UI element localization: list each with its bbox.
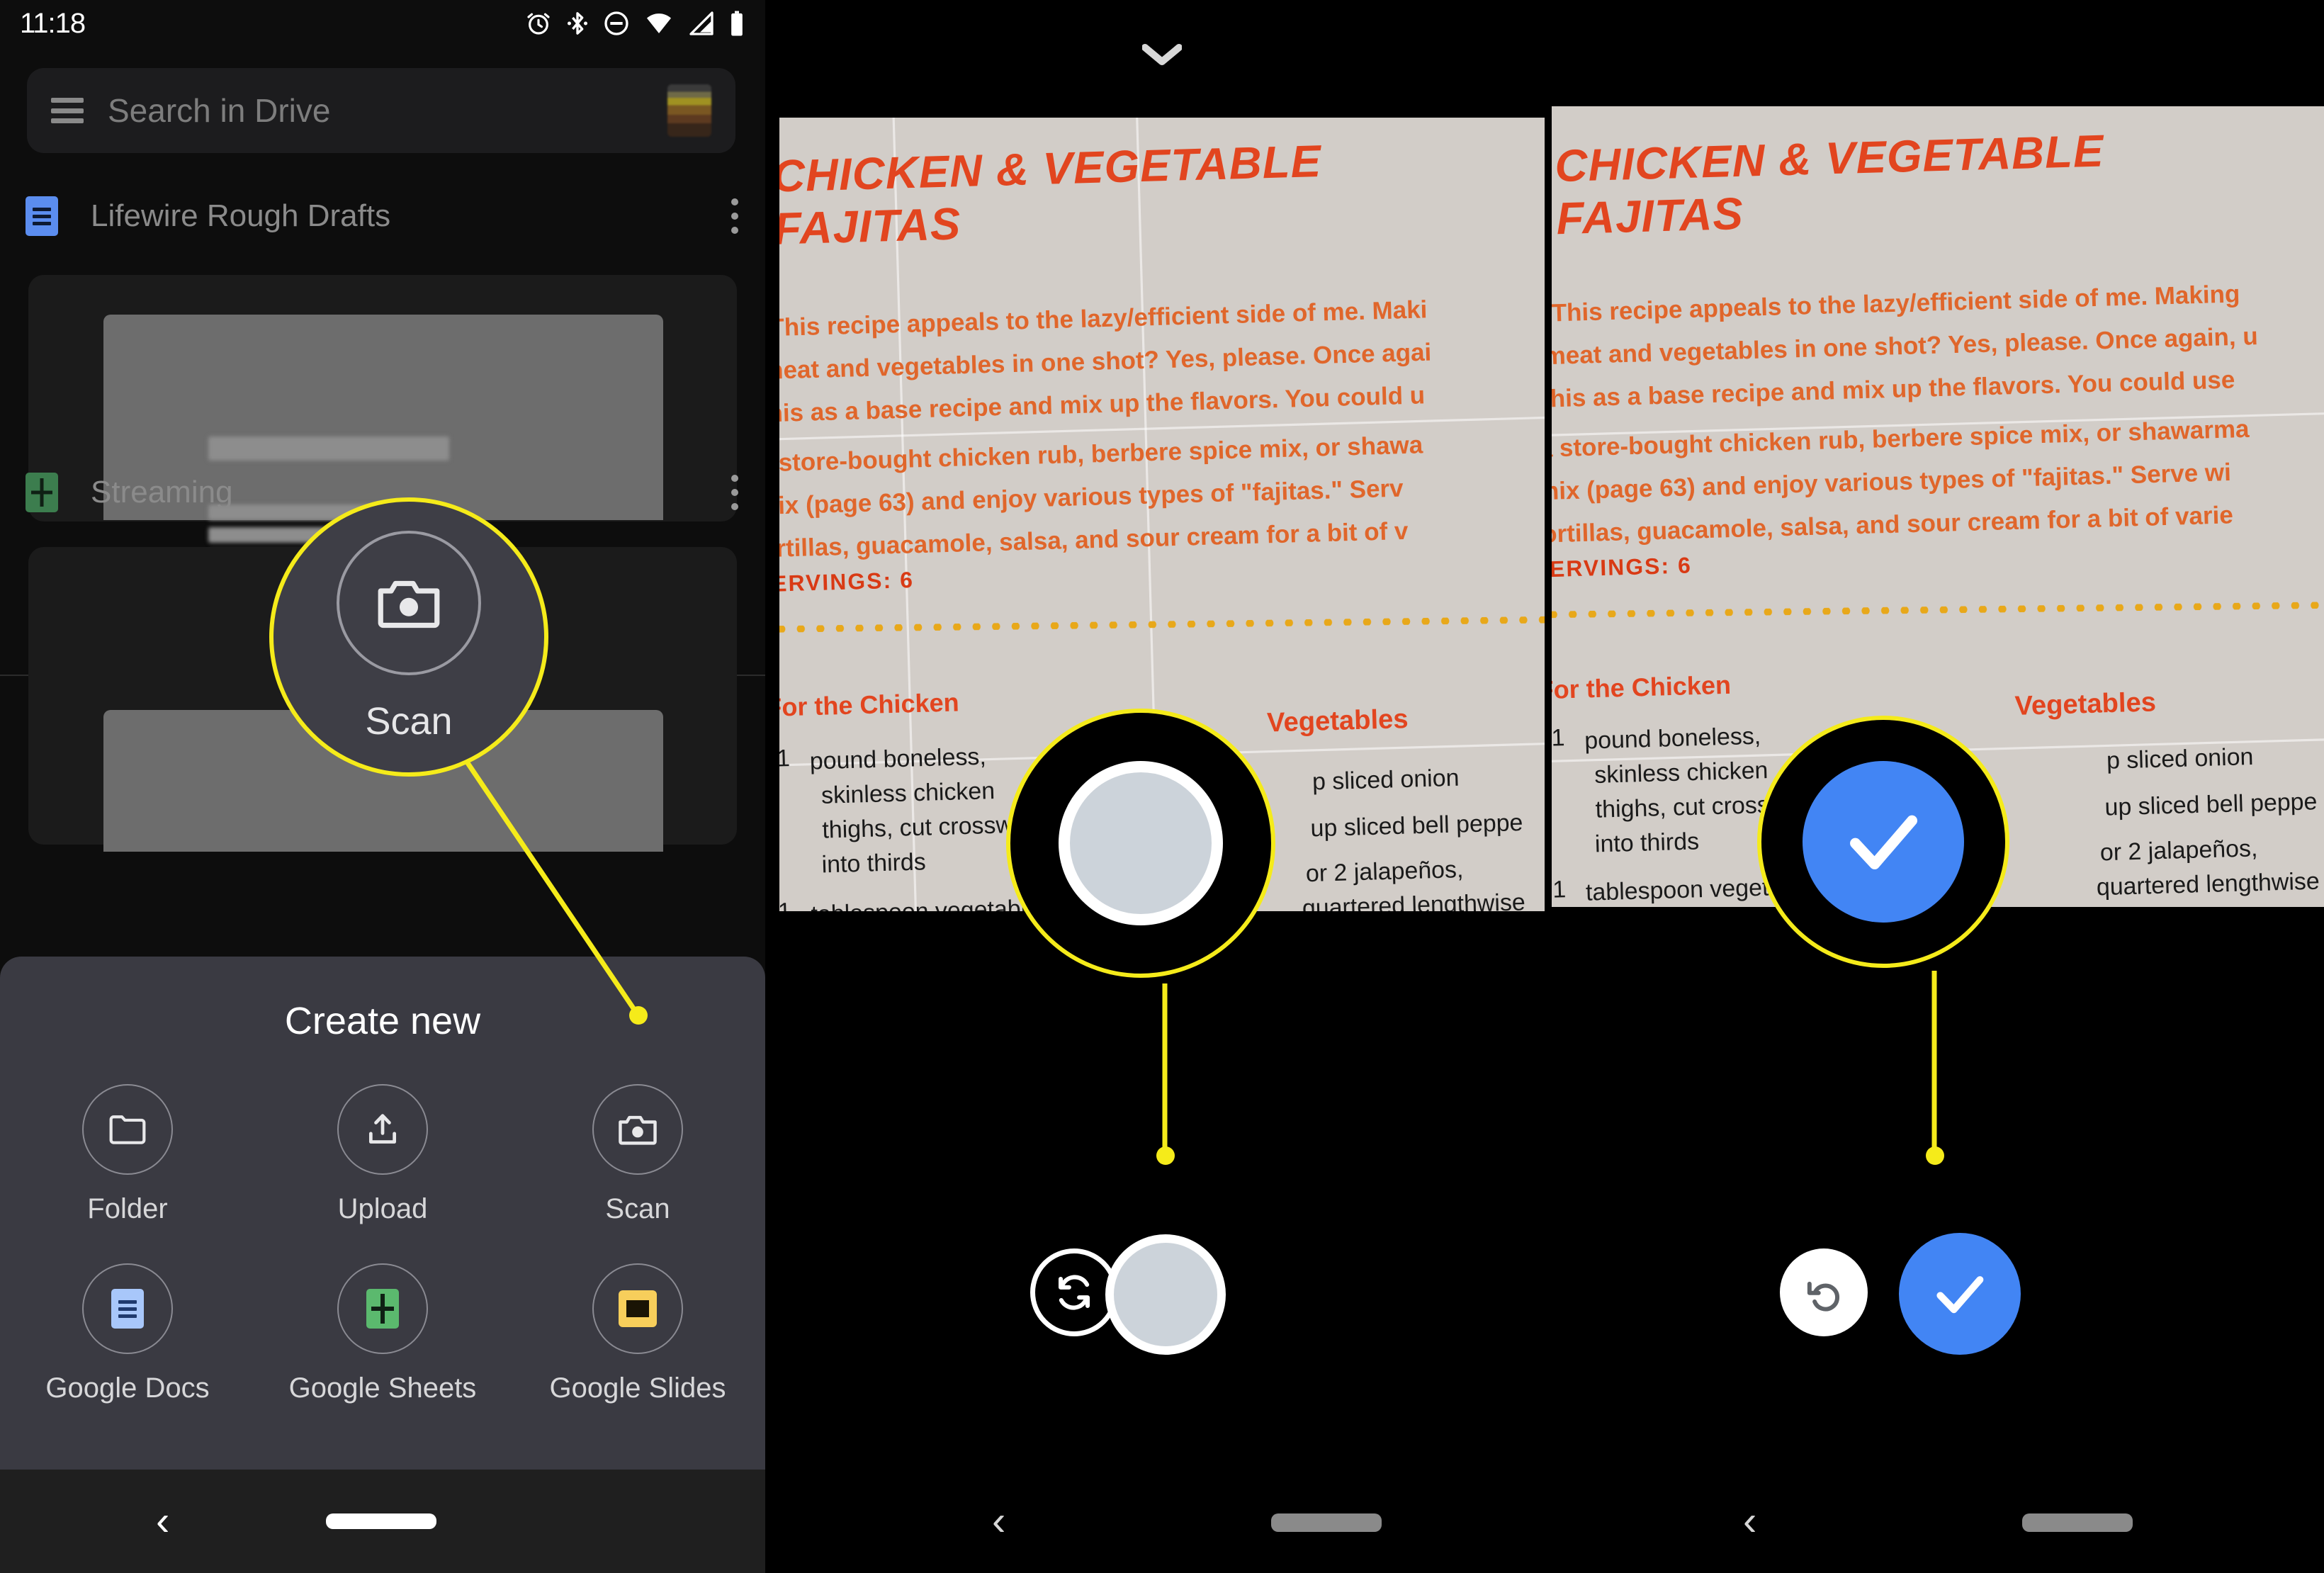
google-slides-icon [592,1263,683,1354]
upload-icon [337,1084,428,1175]
search-input[interactable]: Search in Drive [108,91,643,130]
google-sheets-icon [26,473,58,512]
ingredient-qty: 1 [1552,723,1565,752]
create-option-label: Google Sheets [288,1372,477,1404]
section-heading-vegetables: Vegetables [1266,703,1409,738]
ingredient-text: or 2 jalapeños, [1305,855,1464,887]
create-option-google-docs[interactable]: Google Docs [0,1263,255,1404]
ingredient-text: up sliced bell peppe [2104,787,2318,821]
recipe-servings: SERVINGS: 6 [1552,553,1693,583]
status-clock: 11:18 [20,7,86,39]
recipe-title-line2: FAJITAS [1555,188,1744,244]
done-check-button[interactable] [1803,761,1964,923]
status-bar: 11:18 [0,0,765,47]
bluetooth-icon [568,12,587,35]
more-options-icon[interactable] [730,475,740,510]
callout-scan-option: Scan [269,497,548,777]
do-not-disturb-icon [604,11,628,35]
android-nav-bar: ‹ [1552,1470,2324,1573]
section-heading-chicken: For the Chicken [779,688,960,723]
nav-home-pill[interactable] [326,1513,436,1529]
folder-icon [82,1084,173,1175]
create-option-label: Scan [605,1193,670,1224]
ingredient-text: into thirds [1594,827,1700,857]
drive-home-panel: 11:18 Search in Drive Lifewire Rough Dra… [0,0,765,1573]
search-bar[interactable]: Search in Drive [27,68,735,153]
nav-back-button[interactable]: ‹ [156,1501,169,1542]
google-docs-icon [26,196,58,236]
recipe-dotted-divider [779,616,1545,633]
ingredient-text: into thirds [821,847,927,878]
sheet-title: Create new [284,1000,481,1042]
ingredient-qty: 1 [779,744,791,772]
create-option-google-slides[interactable]: Google Slides [510,1263,765,1404]
leader-endpoint-dot [1926,1146,1944,1165]
ingredient-text: p sliced onion [1312,764,1460,795]
undo-icon[interactable] [1780,1248,1868,1336]
ingredient-qty: 1 [1552,875,1567,903]
create-option-google-sheets[interactable]: Google Sheets [255,1263,510,1404]
create-new-sheet: Create new Folder Upload Scan Google Doc… [0,957,765,1470]
nav-back-button[interactable]: ‹ [992,1501,1005,1542]
create-option-scan[interactable]: Scan [510,1084,765,1225]
recipe-dotted-divider [1552,601,2324,619]
camera-scan-icon [337,531,481,675]
callout-scan-label: Scan [365,700,453,743]
nav-home-pill[interactable] [2022,1513,2133,1532]
ingredient-text: up sliced bell peppe [1310,808,1523,842]
ingredient-text: skinless chicken [820,777,995,809]
google-docs-icon [82,1263,173,1354]
status-icons [524,9,745,38]
shutter-button[interactable] [1059,761,1223,925]
callout-done-button [1757,716,2009,968]
alarm-icon [527,13,550,35]
nav-back-button[interactable]: ‹ [1743,1501,1756,1542]
android-nav-bar: ‹ [0,1470,765,1573]
section-heading-chicken: For the Chicken [1552,670,1732,705]
camera-scan-icon [592,1084,683,1175]
file-row-lifewire-rough-drafts[interactable]: Lifewire Rough Drafts [0,177,765,255]
chevron-down-icon[interactable] [1142,43,1182,67]
done-check-button[interactable] [1899,1233,2021,1355]
create-option-label: Google Slides [549,1372,726,1404]
ingredient-text: thighs, cut crossw [821,811,1014,844]
recipe-title-line1: CHICKEN & VEGETABLE [779,135,1322,202]
wifi-icon [647,13,671,33]
leader-endpoint-dot [1156,1146,1175,1165]
callout-shutter-button [1006,709,1275,978]
create-option-folder[interactable]: Folder [0,1084,255,1225]
create-option-upload[interactable]: Upload [255,1084,510,1225]
hamburger-menu-icon[interactable] [51,98,84,123]
ingredient-text: quartered lengthwise [2096,867,2320,901]
create-option-label: Google Docs [45,1372,210,1404]
ingredient-text: p sliced onion [2106,743,2254,774]
screenshot-stage: 11:18 Search in Drive Lifewire Rough Dra… [0,0,2324,1573]
file-name: Lifewire Rough Drafts [91,198,391,233]
more-options-icon[interactable] [730,198,740,234]
create-option-label: Folder [87,1193,168,1224]
google-sheets-icon [337,1263,428,1354]
shutter-button[interactable] [1105,1234,1226,1355]
recipe-title-line2: FAJITAS [779,198,962,254]
ingredient-text: tablespoon vegetable [811,894,1040,911]
ingredient-text: skinless chicken [1593,756,1769,789]
ingredient-text: thighs, cut crossw [1595,790,1787,823]
android-nav-bar: ‹ [779,1470,1545,1573]
recipe-servings: SERVINGS: 6 [779,568,915,597]
ingredient-text: pound boneless, [1584,721,1761,755]
cellular-signal-icon [689,11,713,35]
ingredient-text: pound boneless, [809,742,987,774]
leader-endpoint-dot [629,1006,648,1025]
ingredient-qty: 1 [779,897,792,911]
ingredient-text: tablespoon vegetable [2096,904,2324,907]
create-new-grid: Folder Upload Scan Google Docs Google Sh… [0,1084,765,1404]
account-avatar[interactable] [667,84,711,137]
create-option-label: Upload [337,1193,428,1224]
battery-icon [731,11,743,36]
ingredient-text: or 2 jalapeños, [2099,834,2258,866]
recipe-title-line1: CHICKEN & VEGETABLE [1554,125,2105,191]
nav-home-pill[interactable] [1271,1513,1382,1532]
section-heading-vegetables: Vegetables [2014,686,2157,721]
